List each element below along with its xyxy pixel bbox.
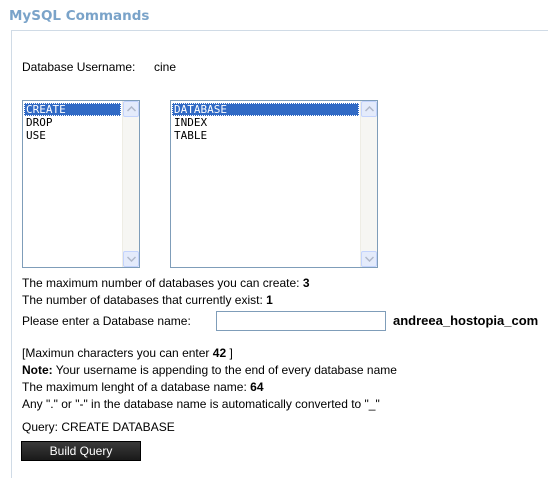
current-databases-value: 1: [266, 293, 273, 307]
section-title: MySQL Commands: [9, 8, 150, 24]
object-list-items: DATABASE INDEX TABLE: [172, 103, 359, 142]
max-length-value: 64: [250, 380, 264, 394]
max-chars-value: 42: [212, 346, 227, 360]
max-chars-prefix: [Maximun characters you can enter: [22, 346, 210, 360]
current-databases-label: The number of databases that currently e…: [22, 293, 263, 307]
command-option-drop[interactable]: DROP: [24, 116, 121, 129]
scroll-up-arrow-icon[interactable]: [361, 101, 377, 117]
max-length-label: The maximum lenght of a database name:: [22, 380, 247, 394]
convert-note: Any "." or "-" in the database name is a…: [22, 397, 380, 411]
scroll-down-arrow-icon[interactable]: [123, 251, 139, 267]
section-header: MySQL Commands: [5, 3, 548, 29]
db-name-input[interactable]: [216, 311, 386, 331]
max-databases-label: The maximum number of databases you can …: [22, 276, 300, 290]
note-text: Your username is appending to the end of…: [55, 363, 397, 377]
object-listbox[interactable]: DATABASE INDEX TABLE: [170, 100, 378, 268]
note-label: Note:: [22, 363, 53, 377]
command-option-use[interactable]: USE: [24, 129, 121, 142]
max-databases-line: The maximum number of databases you can …: [22, 276, 310, 290]
object-scrollbar[interactable]: [360, 101, 377, 267]
scroll-up-arrow-icon[interactable]: [123, 101, 139, 117]
command-scrollbar[interactable]: [122, 101, 139, 267]
query-preview: Query: CREATE DATABASE: [22, 420, 175, 434]
max-chars-line: [Maximun characters you can enter 42 ]: [22, 346, 233, 360]
object-option-database[interactable]: DATABASE: [172, 103, 359, 116]
object-option-index[interactable]: INDEX: [172, 116, 359, 129]
max-databases-value: 3: [302, 276, 310, 290]
command-listbox[interactable]: CREATE DROP USE: [22, 100, 140, 268]
note-line: Note: Your username is appending to the …: [22, 363, 397, 377]
max-length-line: The maximum lenght of a database name: 6…: [22, 380, 264, 394]
object-option-table[interactable]: TABLE: [172, 129, 359, 142]
username-value: cine: [154, 60, 177, 74]
build-query-button[interactable]: Build Query: [21, 441, 141, 461]
max-chars-suffix: ]: [229, 346, 233, 360]
command-list-items: CREATE DROP USE: [24, 103, 121, 142]
current-databases-line: The number of databases that currently e…: [22, 293, 273, 307]
db-name-label: Please enter a Database name:: [22, 314, 191, 328]
username-label: Database Username:: [22, 60, 136, 74]
db-name-suffix: andreea_hostopia_com: [393, 313, 539, 328]
command-option-create[interactable]: CREATE: [24, 103, 121, 116]
scroll-down-arrow-icon[interactable]: [361, 251, 377, 267]
